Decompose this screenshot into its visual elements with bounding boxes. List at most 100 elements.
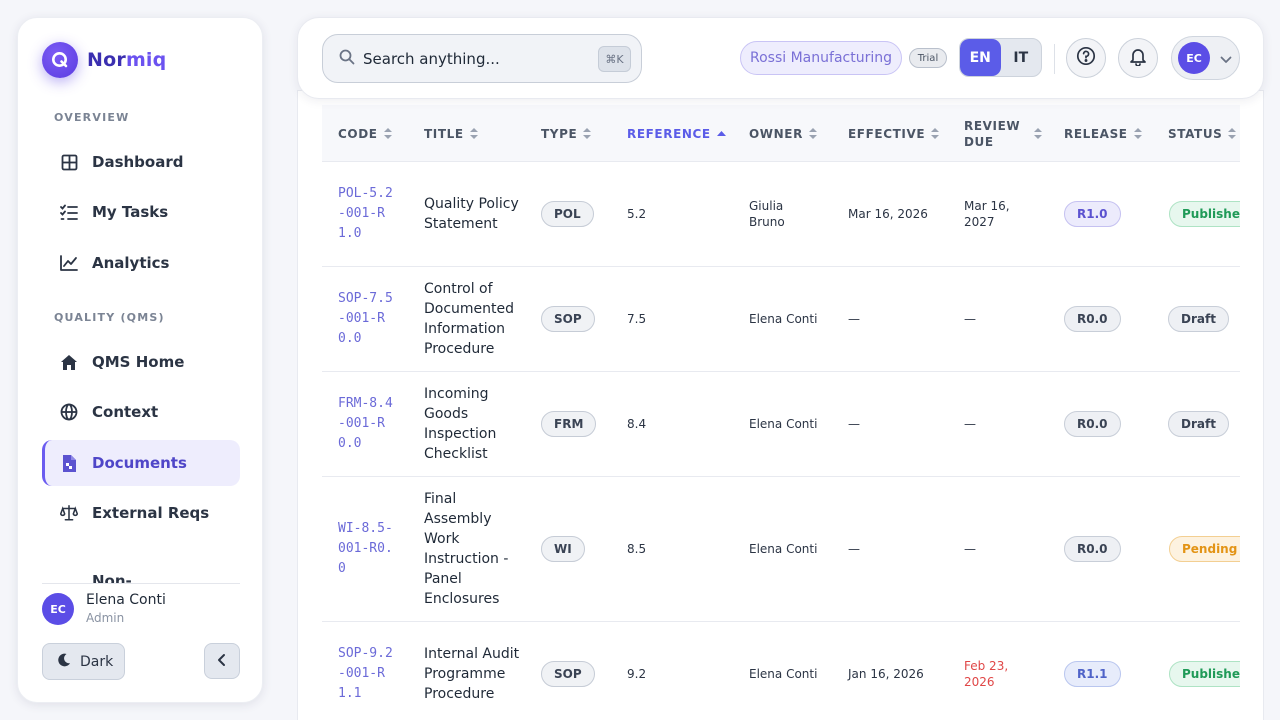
sidebar-divider [42, 583, 240, 584]
effective-date: — [848, 542, 860, 556]
user-menu-button[interactable]: EC [1171, 36, 1240, 80]
reference: 5.2 [627, 207, 647, 221]
search-box[interactable]: ⌘K [322, 34, 642, 83]
sidebar-item-documents[interactable]: Documents [42, 440, 240, 486]
type-badge: POL [541, 201, 594, 227]
review-due-date: — [964, 417, 976, 431]
column-header-type[interactable]: TYPE [541, 105, 592, 162]
document-code-link[interactable]: POL-5.2-001-R1.0 [338, 162, 398, 266]
owner: Elena Conti [749, 542, 818, 556]
column-header-code[interactable]: CODE [338, 105, 392, 162]
effective-date: — [848, 312, 860, 326]
sidebar-item-label: QMS Home [92, 353, 185, 371]
column-header-title[interactable]: TITLE [424, 105, 478, 162]
effective-date: — [848, 417, 860, 431]
avatar: EC [1178, 42, 1210, 74]
sidebar-item-label: My Tasks [92, 203, 169, 221]
lang-en-button[interactable]: EN [960, 39, 1001, 76]
column-header-review-due[interactable]: REVIEW DUE [964, 105, 1043, 162]
help-button[interactable] [1066, 38, 1106, 78]
column-header-reference[interactable]: REFERENCE [627, 105, 726, 162]
table-row[interactable]: SOP-9.2-001-R1.1 Internal Audit Programm… [322, 622, 1240, 720]
sidebar-item-label: Context [92, 403, 159, 421]
organization-selector[interactable]: Rossi Manufacturing [740, 41, 902, 75]
sidebar-item-context[interactable]: Context [42, 389, 240, 435]
lang-it-button[interactable]: IT [1001, 39, 1042, 76]
review-due-date: — [964, 542, 976, 556]
reference: 9.2 [627, 667, 647, 681]
moon-icon [57, 653, 71, 671]
sidebar-item-analytics[interactable]: Analytics [42, 240, 240, 286]
collapse-sidebar-button[interactable] [204, 643, 240, 679]
table-row[interactable]: POL-5.2-001-R1.0 Quality Policy Statemen… [322, 162, 1240, 267]
chevron-left-icon [217, 652, 227, 671]
status-badge: Published [1169, 201, 1240, 227]
effective-date: Mar 16, 2026 [848, 207, 928, 221]
sort-icon [931, 128, 940, 139]
document-title: Final Assembly Work Instruction - Panel … [424, 491, 509, 607]
section-label-quality: QUALITY (QMS) [54, 311, 165, 324]
sidebar-item-non-conformities[interactable]: Non- [42, 566, 240, 583]
document-code-link[interactable]: SOP-9.2-001-R1.1 [338, 622, 398, 720]
top-bar: ⌘K Rossi Manufacturing Trial EN IT EC [297, 17, 1264, 99]
sidebar-item-label: External Reqs [92, 504, 210, 522]
header-divider [1054, 44, 1055, 74]
document-title: Quality Policy Statement [424, 196, 519, 232]
sort-icon [383, 128, 392, 139]
dark-mode-button[interactable]: Dark [42, 643, 125, 680]
table-row[interactable]: WI-8.5-001-R0.0 Final Assembly Work Inst… [322, 477, 1240, 622]
table-row[interactable]: FRM-8.4-001-R0.0 Incoming Goods Inspecti… [322, 372, 1240, 477]
document-code-link[interactable]: WI-8.5-001-R0.0 [338, 477, 398, 621]
checklist-icon [60, 203, 78, 221]
owner: Giulia Bruno [749, 199, 785, 229]
sort-icon [583, 128, 592, 139]
sort-icon [1228, 128, 1237, 139]
document-code-link[interactable]: SOP-7.5-001-R0.0 [338, 267, 398, 371]
bell-icon [1129, 47, 1147, 70]
status-badge: Published [1169, 661, 1240, 687]
sort-icon [469, 128, 478, 139]
document-icon [60, 454, 78, 472]
sidebar-item-label: Non- [92, 572, 132, 583]
column-header-effective[interactable]: EFFECTIVE [848, 105, 940, 162]
home-icon [60, 353, 78, 371]
document-title: Incoming Goods Inspection Checklist [424, 386, 497, 462]
documents-panel: CODE TITLE TYPE REFERENCE OWNER EFFECTIV… [297, 90, 1264, 720]
brand-name: Normiq [87, 49, 167, 71]
effective-date: Jan 16, 2026 [848, 667, 924, 681]
grid-icon [60, 153, 78, 171]
release-badge: R1.1 [1064, 661, 1121, 687]
brand[interactable]: Normiq [42, 42, 166, 78]
reference: 7.5 [627, 312, 647, 326]
globe-icon [60, 403, 78, 421]
owner: Elena Conti [749, 417, 818, 431]
shortcut-hint: ⌘K [598, 46, 631, 72]
release-badge: R0.0 [1064, 306, 1121, 332]
sidebar-item-qms-home[interactable]: QMS Home [42, 339, 240, 385]
notifications-button[interactable] [1118, 38, 1158, 78]
reference: 8.5 [627, 542, 647, 556]
search-icon [339, 49, 355, 69]
documents-table: CODE TITLE TYPE REFERENCE OWNER EFFECTIV… [322, 105, 1240, 720]
search-input[interactable] [363, 49, 588, 68]
table-row[interactable]: SOP-7.5-001-R0.0 Control of Documented I… [322, 267, 1240, 372]
avatar[interactable]: EC [42, 593, 74, 625]
sidebar-item-my-tasks[interactable]: My Tasks [42, 189, 240, 235]
column-header-status[interactable]: STATUS [1168, 105, 1237, 162]
status-badge: Draft [1168, 411, 1229, 437]
scale-icon [60, 504, 78, 522]
sidebar-item-label: Dashboard [92, 153, 184, 171]
sort-icon [1034, 128, 1043, 139]
owner: Elena Conti [749, 667, 818, 681]
reference: 8.4 [627, 417, 647, 431]
column-header-owner[interactable]: OWNER [749, 105, 817, 162]
sidebar-item-dashboard[interactable]: Dashboard [42, 139, 240, 185]
document-title: Internal Audit Programme Procedure [424, 646, 520, 702]
sidebar-item-external-reqs[interactable]: External Reqs [42, 490, 240, 536]
language-switcher: EN IT [959, 38, 1042, 77]
line-chart-icon [60, 254, 78, 272]
column-header-release[interactable]: RELEASE [1064, 105, 1142, 162]
help-icon [1076, 46, 1096, 70]
document-code-link[interactable]: FRM-8.4-001-R0.0 [338, 372, 398, 476]
release-badge: R0.0 [1064, 411, 1121, 437]
